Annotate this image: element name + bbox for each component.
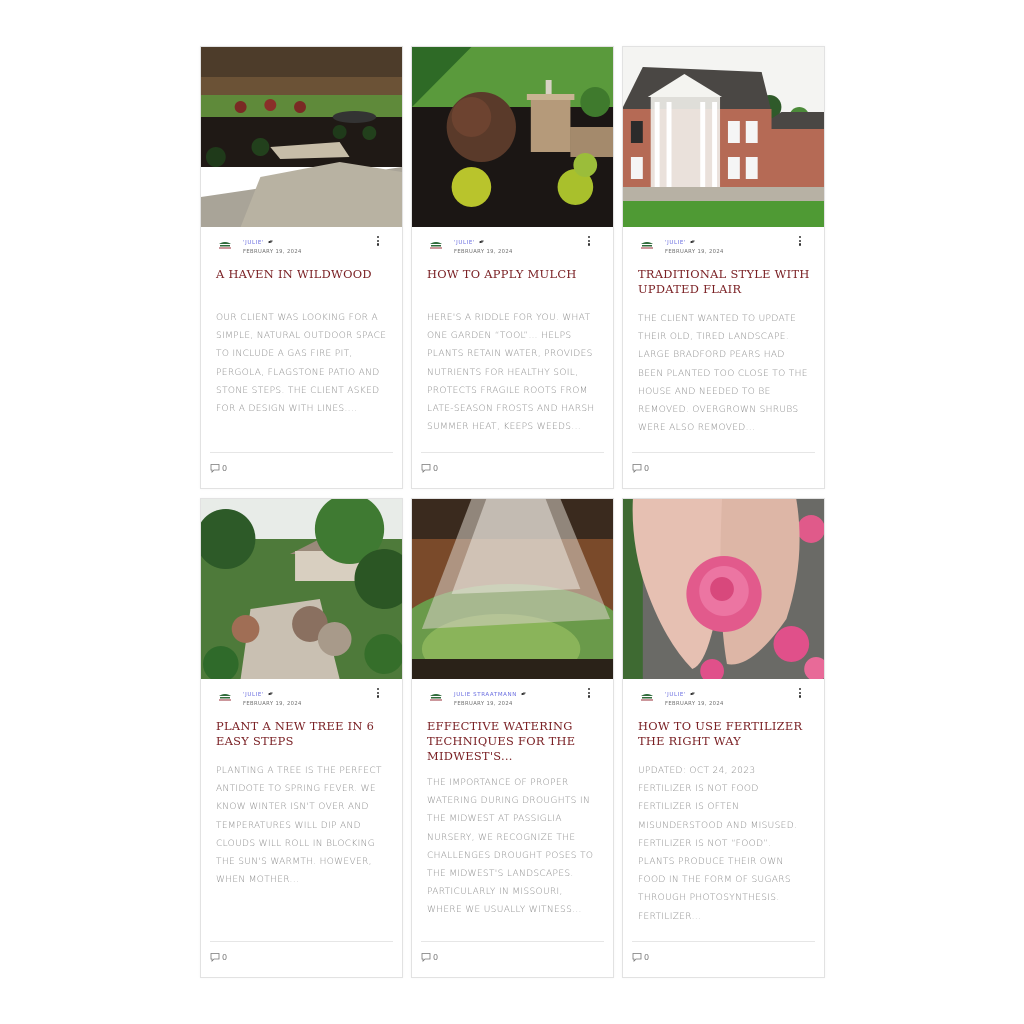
post-card: 'JULIE' ✒ FEBRUARY 19, 2024 HOW TO APPLY … [411, 46, 614, 489]
post-image[interactable] [201, 499, 402, 679]
comment-icon [210, 464, 220, 473]
post-excerpt: PLANTING A TREE IS THE PERFECT ANTIDOTE … [216, 766, 382, 886]
comment-icon [421, 953, 431, 962]
post-meta: 'JULIE' ✒ FEBRUARY 19, 2024 [623, 227, 824, 257]
author-name[interactable]: 'JULIE' [454, 240, 475, 246]
site-logo-icon [430, 694, 442, 701]
brick-house-image [623, 47, 824, 227]
author-link[interactable]: 'JULIE' ✒ [243, 689, 276, 699]
post-date: FEBRUARY 19, 2024 [243, 249, 302, 255]
author-link[interactable]: 'JULIE' ✒ [454, 237, 487, 247]
author-link[interactable]: 'JULIE' ✒ [665, 237, 698, 247]
post-excerpt: HERE'S A RIDDLE FOR YOU. WHAT ONE GARDEN… [427, 313, 595, 433]
post-footer: 0 [632, 452, 815, 488]
post-image[interactable] [623, 47, 824, 227]
post-image[interactable] [623, 499, 824, 679]
blog-post-grid: 'JULIE' ✒ FEBRUARY 19, 2024 A HAVEN IN WI… [200, 46, 827, 978]
watering-plants-image [412, 499, 613, 679]
comment-icon [210, 953, 220, 962]
comments-link[interactable]: 0 [210, 952, 227, 962]
quill-icon: ✒ [477, 237, 487, 247]
post-title[interactable]: HOW TO APPLY MULCH [427, 267, 599, 282]
comments-link[interactable]: 0 [632, 952, 649, 962]
post-footer: 0 [210, 452, 393, 488]
hands-flower-image [623, 499, 824, 679]
post-card: 'JULIE' ✒ FEBRUARY 19, 2024 A HAVEN IN WI… [200, 46, 403, 489]
more-options-icon[interactable] [587, 236, 591, 248]
site-logo-icon [641, 242, 653, 249]
more-options-icon[interactable] [376, 236, 380, 248]
post-footer: 0 [421, 452, 604, 488]
more-options-icon[interactable] [798, 688, 802, 700]
fire-pit-patio-image [201, 47, 402, 227]
site-logo-icon [219, 242, 231, 249]
comments-link[interactable]: 0 [421, 463, 438, 473]
comment-icon [632, 953, 642, 962]
comment-count: 0 [222, 952, 228, 962]
author-link[interactable]: 'JULIE' ✒ [665, 689, 698, 699]
author-name[interactable]: 'JULIE' [665, 240, 686, 246]
post-footer: 0 [210, 941, 393, 977]
quill-icon: ✒ [688, 689, 698, 699]
post-footer: 0 [632, 941, 815, 977]
post-title[interactable]: EFFECTIVE WATERING TECHNIQUES FOR THE MI… [427, 719, 599, 764]
post-image[interactable] [412, 47, 613, 227]
post-title[interactable]: HOW TO USE FERTILIZER THE RIGHT WAY [638, 719, 810, 749]
post-meta: 'JULIE' ✒ FEBRUARY 19, 2024 [201, 679, 402, 709]
comment-count: 0 [222, 463, 228, 473]
author-name[interactable]: 'JULIE' [243, 692, 264, 698]
author-link[interactable]: JULIE STRAATMANN ✒ [454, 689, 529, 699]
comment-count: 0 [433, 952, 439, 962]
site-logo-icon [219, 694, 231, 701]
comments-link[interactable]: 0 [632, 463, 649, 473]
post-date: FEBRUARY 19, 2024 [243, 701, 302, 707]
post-date: FEBRUARY 19, 2024 [454, 249, 513, 255]
quill-icon: ✒ [519, 689, 529, 699]
post-image[interactable] [412, 499, 613, 679]
post-excerpt: THE IMPORTANCE OF PROPER WATERING DURING… [427, 778, 594, 916]
post-card: 'JULIE' ✒ FEBRUARY 19, 2024 TRADITIONAL S… [622, 46, 825, 489]
post-footer: 0 [421, 941, 604, 977]
post-title[interactable]: A HAVEN IN WILDWOOD [216, 267, 388, 282]
post-date: FEBRUARY 19, 2024 [665, 701, 724, 707]
author-name[interactable]: 'JULIE' [243, 240, 264, 246]
quill-icon: ✒ [688, 237, 698, 247]
comment-icon [632, 464, 642, 473]
quill-icon: ✒ [266, 237, 276, 247]
post-title[interactable]: TRADITIONAL STYLE WITH UPDATED FLAIR [638, 267, 810, 297]
post-meta: 'JULIE' ✒ FEBRUARY 19, 2024 [412, 227, 613, 257]
post-image[interactable] [201, 47, 402, 227]
post-card: 'JULIE' ✒ FEBRUARY 19, 2024 PLANT A NEW T… [200, 498, 403, 978]
quill-icon: ✒ [266, 689, 276, 699]
post-date: FEBRUARY 19, 2024 [665, 249, 724, 255]
rock-garden-path-image [201, 499, 402, 679]
author-link[interactable]: 'JULIE' ✒ [243, 237, 276, 247]
mulch-garden-image [412, 47, 613, 227]
comments-link[interactable]: 0 [210, 463, 227, 473]
author-name[interactable]: 'JULIE' [665, 692, 686, 698]
post-meta: JULIE STRAATMANN ✒ FEBRUARY 19, 2024 [412, 679, 613, 709]
more-options-icon[interactable] [376, 688, 380, 700]
post-excerpt: OUR CLIENT WAS LOOKING FOR A SIMPLE, NAT… [216, 313, 387, 415]
post-card: JULIE STRAATMANN ✒ FEBRUARY 19, 2024 EFFE… [411, 498, 614, 978]
post-title[interactable]: PLANT A NEW TREE IN 6 EASY STEPS [216, 719, 388, 749]
comment-count: 0 [644, 952, 650, 962]
post-excerpt: UPDATED: OCT 24, 2023 FERTILIZER IS NOT … [638, 766, 798, 922]
more-options-icon[interactable] [798, 236, 802, 248]
comment-icon [421, 464, 431, 473]
more-options-icon[interactable] [587, 688, 591, 700]
post-date: FEBRUARY 19, 2024 [454, 701, 513, 707]
post-meta: 'JULIE' ✒ FEBRUARY 19, 2024 [201, 227, 402, 257]
comments-link[interactable]: 0 [421, 952, 438, 962]
post-card: 'JULIE' ✒ FEBRUARY 19, 2024 HOW TO USE FE… [622, 498, 825, 978]
comment-count: 0 [644, 463, 650, 473]
author-name[interactable]: JULIE STRAATMANN [454, 692, 517, 698]
site-logo-icon [430, 242, 442, 249]
comment-count: 0 [433, 463, 439, 473]
post-meta: 'JULIE' ✒ FEBRUARY 19, 2024 [623, 679, 824, 709]
site-logo-icon [641, 694, 653, 701]
post-excerpt: THE CLIENT WANTED TO UPDATE THEIR OLD, T… [638, 314, 808, 434]
